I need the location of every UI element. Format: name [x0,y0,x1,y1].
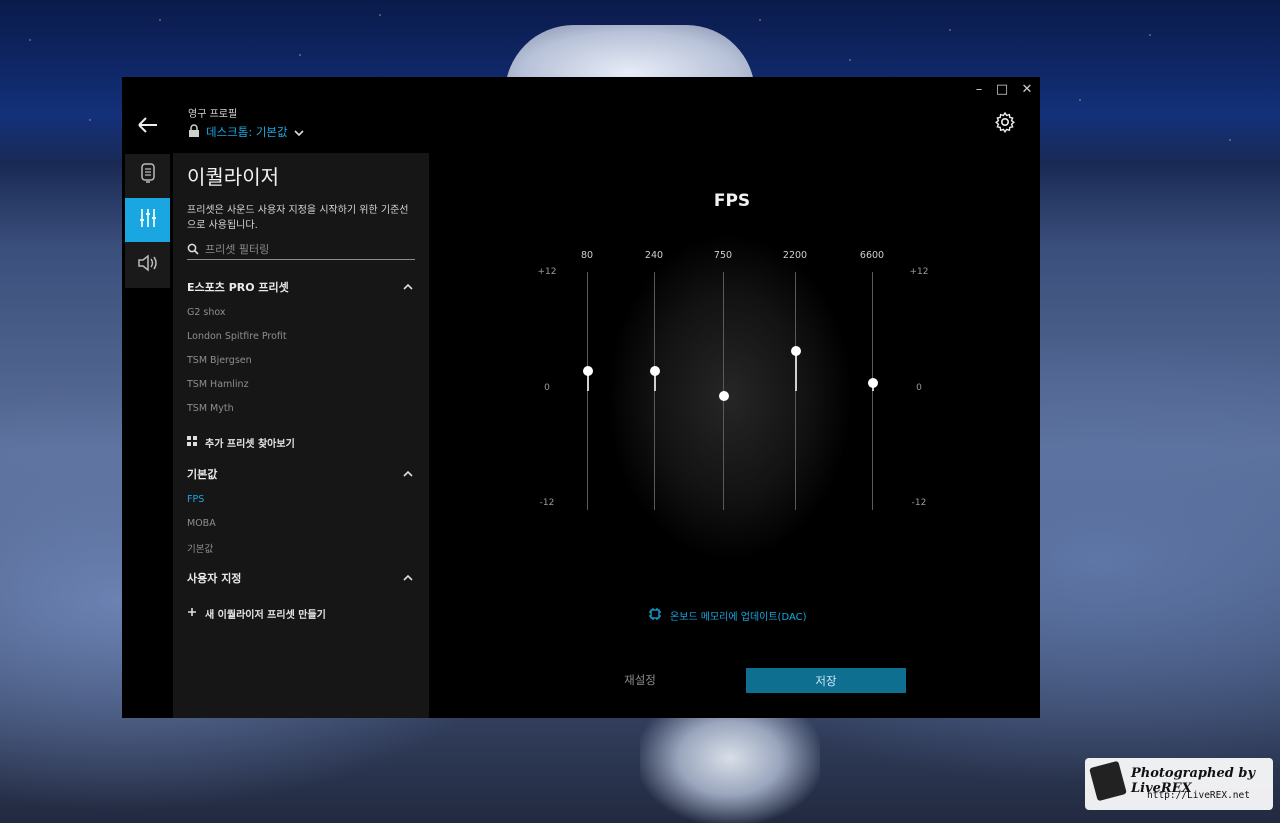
esports-section-header[interactable]: E스포츠 PRO 프리셋 [187,279,413,295]
scale-left-mid: 0 [544,383,550,393]
side-rail [125,154,170,288]
defaults-section-header[interactable]: 기본값 [187,466,413,482]
scale-left-bottom: -12 [539,498,555,508]
preset-filter [187,239,415,260]
chevron-down-icon [294,122,304,141]
browse-more-label: 추가 프리셋 찾아보기 [205,439,295,450]
esports-section-label: E스포츠 PRO 프리셋 [187,281,289,294]
app-window: – □ ✕ 영구 프로필 데스크톱: 기본값 이퀄라이저 프리셋은 사운드 사용… [122,77,1040,718]
equalizer-graph: +12 0 -12 +12 0 -12 80 240 750 2200 6600 [502,242,962,522]
custom-section-header[interactable]: 사용자 지정 [187,570,413,586]
microphone-icon [138,162,158,190]
save-button[interactable]: 저장 [746,668,906,693]
chip-icon [648,607,662,624]
profile-name: 데스크톱: 기본값 [206,124,288,139]
rail-equalizer[interactable] [125,198,170,242]
preset-tsm-hamlinz[interactable]: TSM Hamlinz [187,379,249,390]
astronaut-background [640,715,820,823]
scale-right-mid: 0 [916,383,922,393]
preset-fps[interactable]: FPS [187,494,204,505]
close-button[interactable]: ✕ [1016,81,1038,99]
band-track-2200[interactable] [795,272,796,510]
band-label-750: 750 [713,250,733,261]
create-preset-button[interactable]: 새 이퀄라이저 프리셋 만들기 [187,606,326,621]
band-label-80: 80 [580,250,594,261]
equalizer-icon [137,207,159,233]
photographer-watermark: Photographed by LiveREX http://LiveREX.n… [1085,758,1273,810]
chevron-up-icon [403,281,413,294]
speaker-icon [137,253,159,277]
panel-description: 프리셋은 사운드 사용자 지정을 시작하기 위한 기준선으로 사용됩니다. [187,205,409,231]
update-onboard-memory-link[interactable]: 온보드 메모리에 업데이트(DAC) [648,607,807,624]
band-label-2200: 2200 [782,250,808,261]
rail-microphone[interactable] [125,154,170,198]
panel-title: 이퀄라이저 [187,165,279,189]
search-icon [187,240,199,259]
dac-link-label: 온보드 메모리에 업데이트(DAC) [670,612,807,623]
preset-filter-input[interactable] [205,242,405,256]
scale-right-top: +12 [909,267,929,277]
reset-button[interactable]: 재설정 [590,667,690,693]
preset-moba[interactable]: MOBA [187,518,216,529]
plus-icon [187,607,197,620]
preset-default[interactable]: 기본값 [187,541,213,555]
band-fill-2200 [794,351,797,391]
create-preset-label: 새 이퀄라이저 프리셋 만들기 [205,610,326,621]
defaults-section-label: 기본값 [187,468,218,481]
chevron-up-icon [403,468,413,481]
lock-icon [188,122,200,141]
chevron-up-icon [403,572,413,585]
band-knob-2200[interactable] [790,346,801,357]
custom-section-label: 사용자 지정 [187,572,242,585]
band-knob-80[interactable] [582,366,593,377]
band-knob-750[interactable] [718,390,729,401]
camera-icon [1089,760,1127,802]
preset-tsm-myth[interactable]: TSM Myth [187,403,234,414]
browse-more-presets-button[interactable]: 추가 프리셋 찾아보기 [187,435,295,450]
equalizer-panel: 이퀄라이저 프리셋은 사운드 사용자 지정을 시작하기 위한 기준선으로 사용됩… [173,153,429,718]
preset-tsm-bjergsen[interactable]: TSM Bjergsen [187,355,252,366]
preset-title: FPS [713,191,751,211]
profile-label: 영구 프로필 [188,109,238,120]
scale-right-bottom: -12 [911,498,927,508]
band-knob-6600[interactable] [867,378,878,389]
band-knob-240[interactable] [649,366,660,377]
band-label-240: 240 [644,250,664,261]
minimize-button[interactable]: – [968,81,990,99]
back-arrow-icon[interactable] [136,115,160,135]
band-track-80[interactable] [587,272,588,510]
scale-left-top: +12 [537,267,557,277]
band-label-6600: 6600 [859,250,885,261]
rail-speaker[interactable] [125,243,170,287]
preset-g2-shox[interactable]: G2 shox [187,307,226,318]
band-track-240[interactable] [654,272,655,510]
watermark-url: http://LiveREX.net [1147,790,1250,801]
preset-london-spitfire-profit[interactable]: London Spitfire Profit [187,331,287,342]
profile-selector[interactable]: 데스크톱: 기본값 [188,122,304,141]
band-track-6600[interactable] [872,272,873,510]
maximize-button[interactable]: □ [991,81,1013,99]
gear-icon[interactable] [994,111,1016,134]
grid-icon [187,436,197,449]
